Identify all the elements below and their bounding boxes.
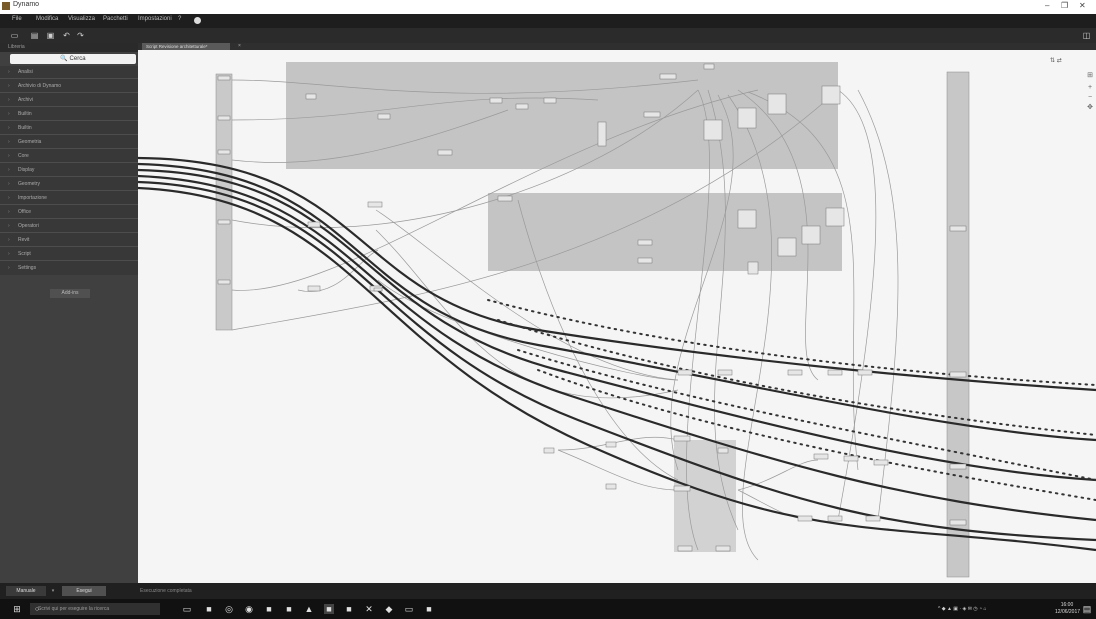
app-icon[interactable]: ■ xyxy=(424,604,434,614)
minimize-button[interactable]: – xyxy=(1045,1,1049,10)
toolbar: ▭ ▤ ▣ ↶ ↷ ◫ xyxy=(0,28,1096,43)
file-explorer-icon[interactable]: ■ xyxy=(204,604,214,614)
app-icon[interactable]: ■ xyxy=(264,604,274,614)
close-button[interactable]: ✕ xyxy=(1079,1,1086,10)
task-view-icon[interactable]: ▭ xyxy=(182,604,192,614)
category-item[interactable]: › Archivio di Dynamo xyxy=(0,80,138,93)
notification-center-icon[interactable]: ▤ xyxy=(1082,604,1092,614)
app-icon[interactable]: ■ xyxy=(344,604,354,614)
app-logo-icon xyxy=(2,2,10,10)
category-item[interactable]: › Builtin xyxy=(0,108,138,121)
run-button[interactable]: Esegui xyxy=(62,586,106,596)
category-item[interactable]: › Operatori xyxy=(0,220,138,233)
app-icon[interactable]: ▲ xyxy=(304,604,314,614)
taskbar-clock[interactable]: 16:00 12/06/2017 xyxy=(1055,602,1081,616)
app-icon[interactable]: ◉ xyxy=(244,604,254,614)
screenshot-icon[interactable]: ◫ xyxy=(1082,31,1091,40)
zoom-out-icon[interactable]: − xyxy=(1086,94,1094,102)
run-status: Esecuzione completata xyxy=(140,588,192,594)
cortana-icon[interactable]: ○ xyxy=(32,605,42,615)
node-group xyxy=(488,193,842,271)
title-bar: Dynamo – ❐ ✕ xyxy=(0,0,1096,15)
app-icon[interactable]: ◆ xyxy=(384,604,394,614)
system-tray-icons[interactable]: ^ ◆ ▲ ▣ · ◈ ✉ ◷ ◔ ⌂ xyxy=(938,606,986,612)
library-header: Libreria xyxy=(0,43,138,52)
category-item[interactable]: › Revit xyxy=(0,234,138,247)
notification-icon[interactable] xyxy=(194,17,201,24)
app-icon[interactable]: ▭ xyxy=(404,604,414,614)
clock-time: 16:00 xyxy=(1060,602,1074,608)
open-file-icon[interactable]: ▤ xyxy=(30,31,39,40)
app-icon[interactable]: ✕ xyxy=(364,604,374,614)
windows-taskbar: ⊞ Scrivi qui per eseguire la ricerca ○ ▭… xyxy=(0,599,1096,619)
maximize-button[interactable]: ❐ xyxy=(1061,1,1068,10)
category-item[interactable]: › Builtin xyxy=(0,122,138,135)
category-item[interactable]: › Geometry xyxy=(0,178,138,191)
browser-icon[interactable]: ◎ xyxy=(224,604,234,614)
category-item[interactable]: › Archivi xyxy=(0,94,138,107)
graph-canvas[interactable]: ⇅ ⇄ ⊞ + − ✥ xyxy=(138,50,1096,583)
run-bar: Manuale ▾ Esegui Esecuzione completata xyxy=(0,583,1096,599)
add-ins-button[interactable]: Add-ins xyxy=(50,289,90,298)
library-category-list: › Analisi › Archivio di Dynamo › Archivi › B… xyxy=(0,66,138,275)
chevron-down-icon[interactable]: ▾ xyxy=(48,586,58,596)
run-mode-select[interactable]: Manuale xyxy=(6,586,46,596)
app-icon[interactable]: ■ xyxy=(284,604,294,614)
menu-packages[interactable]: Pacchetti xyxy=(103,16,128,22)
zoom-in-icon[interactable]: + xyxy=(1086,84,1094,92)
category-item[interactable]: › Office xyxy=(0,206,138,219)
redo-icon[interactable]: ↷ xyxy=(76,31,85,40)
svg-text:⇅ ⇄: ⇅ ⇄ xyxy=(1050,57,1062,64)
menu-file[interactable]: File xyxy=(12,16,22,22)
category-item[interactable]: › Importazione xyxy=(0,192,138,205)
category-item[interactable]: › Geometria xyxy=(0,136,138,149)
menu-settings[interactable]: Impostazioni xyxy=(138,16,172,22)
undo-icon[interactable]: ↶ xyxy=(62,31,71,40)
start-icon[interactable]: ⊞ xyxy=(12,604,22,614)
new-file-icon[interactable]: ▭ xyxy=(10,31,19,40)
workspace-tabs: Script Revisione architetturale* × xyxy=(138,43,1096,50)
window-title: Dynamo xyxy=(13,1,40,8)
category-item[interactable]: › Settings xyxy=(0,262,138,275)
category-item[interactable]: › Core xyxy=(0,150,138,163)
library-sidebar: Libreria 🔍 Cerca › Analisi › Archivio di D… xyxy=(0,43,138,583)
pan-icon[interactable]: ✥ xyxy=(1086,104,1094,112)
tab-workspace[interactable]: Script Revisione architetturale* xyxy=(142,43,230,50)
close-tab-icon[interactable]: × xyxy=(238,43,241,50)
category-item[interactable]: › Display xyxy=(0,164,138,177)
clock-date: 12/06/2017 xyxy=(1055,609,1081,615)
category-item[interactable]: › Analisi xyxy=(0,66,138,79)
dynamo-taskbar-icon[interactable]: ■ xyxy=(324,604,334,614)
menu-bar: File Modifica Visualizza Pacchetti Impos… xyxy=(0,14,1096,28)
node-group xyxy=(674,440,736,552)
library-search-input[interactable]: 🔍 Cerca xyxy=(10,54,136,64)
menu-view[interactable]: Visualizza xyxy=(68,16,95,22)
node-graph: ⇅ ⇄ xyxy=(138,57,1096,578)
taskbar-search-input[interactable]: Scrivi qui per eseguire la ricerca xyxy=(30,603,160,615)
zoom-fit-icon[interactable]: ⊞ xyxy=(1086,72,1094,80)
save-icon[interactable]: ▣ xyxy=(46,31,55,40)
category-item[interactable]: › Script xyxy=(0,248,138,261)
menu-edit[interactable]: Modifica xyxy=(36,16,58,22)
menu-help[interactable]: ? xyxy=(178,16,181,22)
